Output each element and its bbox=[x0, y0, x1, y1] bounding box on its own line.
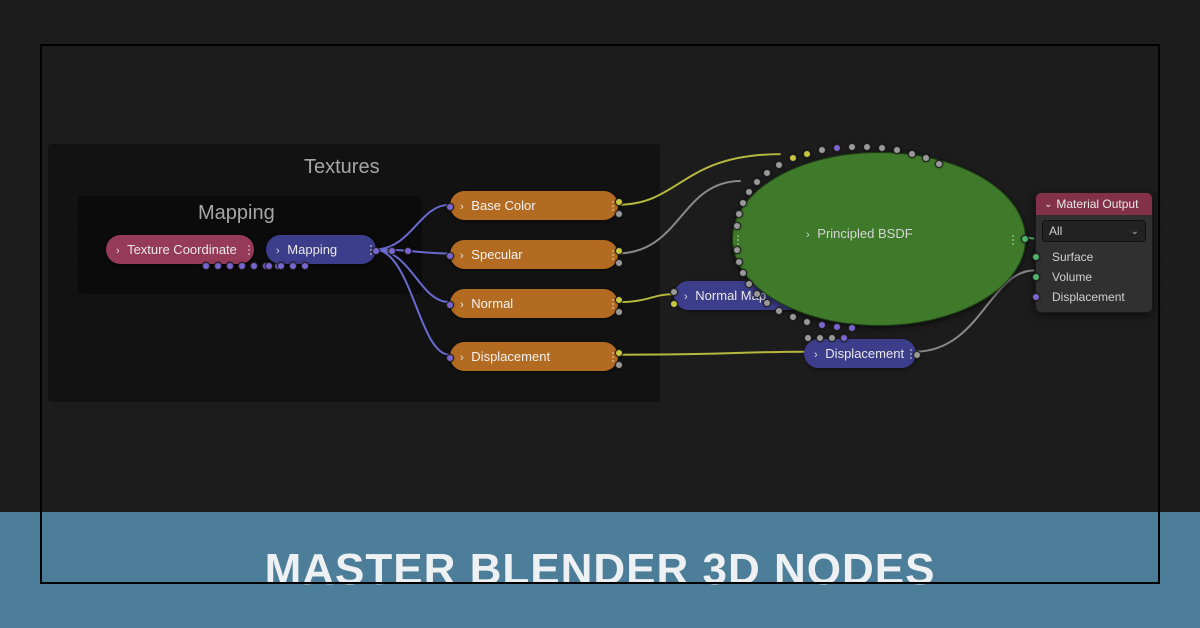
chevron-right-icon: › bbox=[814, 349, 818, 361]
frame-textures-label: Textures bbox=[304, 156, 380, 179]
output-row-surface[interactable]: Surface bbox=[1036, 247, 1152, 267]
grip-icon bbox=[910, 349, 912, 359]
grip-icon bbox=[612, 201, 614, 211]
chevron-down-icon: ⌄ bbox=[1044, 199, 1052, 210]
socket[interactable] bbox=[670, 288, 678, 296]
socket[interactable] bbox=[913, 351, 921, 359]
grip-icon bbox=[612, 299, 614, 309]
grip-icon bbox=[737, 235, 739, 245]
node-title: Material Output bbox=[1056, 197, 1138, 211]
displacement-input-sockets bbox=[804, 334, 848, 342]
socket[interactable] bbox=[615, 210, 623, 218]
node-texture-coordinate[interactable]: › Texture Coordinate bbox=[106, 235, 254, 264]
reroute[interactable] bbox=[388, 247, 396, 255]
socket[interactable] bbox=[615, 198, 623, 206]
grip-icon bbox=[248, 245, 250, 255]
output-row-displacement[interactable]: Displacement bbox=[1036, 287, 1152, 312]
material-output-header[interactable]: ⌄ Material Output bbox=[1036, 193, 1152, 215]
chevron-right-icon: › bbox=[276, 245, 280, 257]
socket[interactable] bbox=[446, 203, 454, 211]
socket[interactable] bbox=[615, 308, 623, 316]
chevron-right-icon: › bbox=[116, 245, 120, 257]
node-title: Mapping bbox=[287, 242, 337, 257]
socket[interactable] bbox=[615, 259, 623, 267]
chevron-down-icon: ⌄ bbox=[1131, 226, 1139, 237]
socket[interactable] bbox=[446, 354, 454, 362]
output-label: Surface bbox=[1052, 250, 1093, 264]
socket[interactable] bbox=[615, 361, 623, 369]
socket[interactable] bbox=[615, 349, 623, 357]
node-normal[interactable]: › Normal bbox=[450, 289, 618, 318]
socket[interactable] bbox=[615, 296, 623, 304]
chevron-right-icon: › bbox=[460, 250, 464, 262]
output-label: Volume bbox=[1052, 270, 1092, 284]
socket[interactable] bbox=[615, 247, 623, 255]
chevron-right-icon: › bbox=[806, 229, 810, 241]
node-title: Texture Coordinate bbox=[127, 242, 237, 257]
chevron-right-icon: › bbox=[460, 352, 464, 364]
node-title: Specular bbox=[471, 247, 522, 262]
node-mapping[interactable]: › Mapping bbox=[266, 235, 376, 264]
node-displacement[interactable]: › Displacement bbox=[804, 339, 916, 368]
grip-icon bbox=[1012, 235, 1014, 245]
node-editor[interactable]: Textures Mapping › Texture Coordinate › bbox=[40, 44, 1160, 584]
grip-icon bbox=[612, 250, 614, 260]
socket[interactable] bbox=[1032, 293, 1040, 301]
node-title: Base Color bbox=[471, 198, 535, 213]
material-output-dropdown[interactable]: All ⌄ bbox=[1042, 220, 1146, 242]
node-specular[interactable]: › Specular bbox=[450, 240, 618, 269]
chevron-right-icon: › bbox=[460, 299, 464, 311]
frame-mapping-label: Mapping bbox=[198, 202, 275, 225]
bsdf-label: › Principled BSDF bbox=[806, 226, 913, 241]
node-title: Displacement bbox=[471, 349, 550, 364]
socket[interactable] bbox=[446, 301, 454, 309]
node-base-color[interactable]: › Base Color bbox=[450, 191, 618, 220]
node-title: Principled BSDF bbox=[817, 226, 912, 241]
socket[interactable] bbox=[446, 252, 454, 260]
grip-icon bbox=[612, 352, 614, 362]
output-label: Displacement bbox=[1052, 290, 1125, 304]
node-displacement-tex[interactable]: › Displacement bbox=[450, 342, 618, 371]
chevron-right-icon: › bbox=[684, 291, 688, 303]
socket[interactable] bbox=[1032, 273, 1040, 281]
node-title: Normal bbox=[471, 296, 513, 311]
mapping-output-socket[interactable] bbox=[372, 247, 380, 255]
reroute[interactable] bbox=[404, 247, 412, 255]
socket[interactable] bbox=[1032, 253, 1040, 261]
output-row-volume[interactable]: Volume bbox=[1036, 267, 1152, 287]
socket[interactable] bbox=[670, 300, 678, 308]
chevron-right-icon: › bbox=[460, 201, 464, 213]
node-title: Displacement bbox=[825, 346, 904, 361]
mapping-input-sockets bbox=[265, 262, 309, 270]
node-material-output[interactable]: ⌄ Material Output All ⌄ Surface Volume D… bbox=[1035, 192, 1153, 313]
dropdown-value: All bbox=[1049, 224, 1062, 238]
